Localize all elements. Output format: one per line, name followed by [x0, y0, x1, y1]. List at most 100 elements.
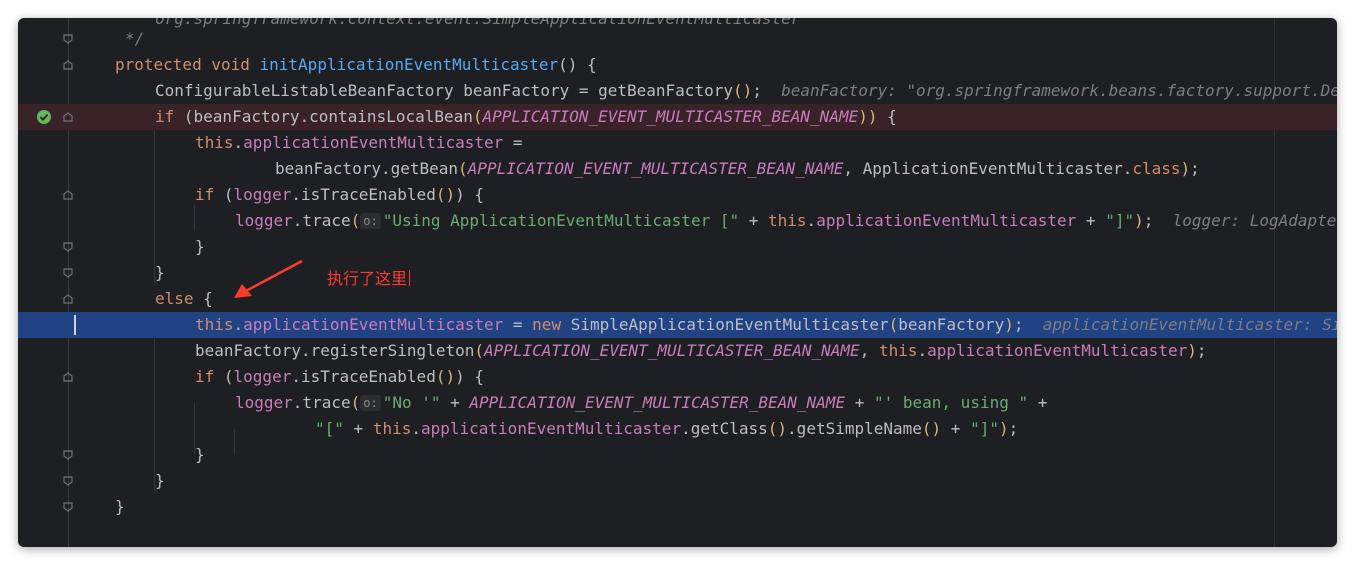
breakpoint-check-icon[interactable]: [37, 110, 51, 124]
string-literal: "No '": [382, 393, 441, 412]
constant: APPLICATION_EVENT_MULTICASTER_BEAN_NAME: [482, 107, 859, 126]
field: logger: [233, 185, 292, 204]
breakpoint-line: if (beanFactory.containsLocalBean(APPLIC…: [18, 104, 1337, 130]
code-line: "[" + this.applicationEventMulticaster.g…: [18, 416, 1337, 442]
code-line: }: [18, 442, 1337, 468]
code-line: this.applicationEventMulticaster =: [18, 130, 1337, 156]
code-line: logger.trace(o: "Using ApplicationEventMu…: [18, 208, 1337, 234]
code-text: }: [195, 445, 205, 464]
code-line: beanFactory.registerSingleton(APPLICATIO…: [18, 338, 1337, 364]
fold-icon[interactable]: [62, 293, 74, 305]
code-editor[interactable]: org.springframework.context.event.Simple…: [18, 18, 1337, 547]
code-text: ): [1134, 211, 1144, 230]
fold-icon[interactable]: [62, 189, 74, 201]
keyword: this: [878, 341, 918, 360]
keyword: this: [372, 419, 412, 438]
parameter-hint: o:: [360, 213, 381, 229]
field: logger: [235, 393, 293, 412]
code-text: .: [411, 419, 421, 438]
fold-icon[interactable]: [62, 371, 74, 383]
string-literal: "]": [970, 419, 999, 438]
code-text: ) {: [455, 367, 484, 386]
string-literal: "' bean, using ": [873, 393, 1029, 412]
keyword: protected: [115, 55, 202, 74]
code-text: (: [474, 341, 484, 360]
code-text: (: [350, 393, 361, 412]
code-line: }: [18, 234, 1337, 260]
code-text: ) {: [455, 185, 484, 204]
code-text: beanFactory: [898, 315, 1005, 334]
fold-icon[interactable]: [62, 33, 74, 45]
code-line: protected void initApplicationEventMulti…: [18, 52, 1337, 78]
code-text: beanFactory.registerSingleton: [195, 341, 475, 360]
code-text: (: [888, 315, 899, 334]
code-text: .trace: [292, 393, 351, 412]
parameter-hint: o:: [360, 395, 381, 411]
fold-icon[interactable]: [62, 267, 74, 279]
fold-icon[interactable]: [62, 241, 74, 253]
code-line: logger.trace(o: "No '" + APPLICATION_EVEN…: [18, 390, 1337, 416]
code-text: +: [343, 419, 373, 438]
code-line: if (logger.isTraceEnabled()) {: [18, 364, 1337, 390]
code-text: +: [1028, 393, 1048, 412]
keyword: new: [532, 315, 562, 334]
keyword: this: [195, 133, 234, 152]
code-text: .: [233, 315, 244, 334]
code-line: beanFactory.getBean(APPLICATION_EVENT_MU…: [18, 156, 1337, 182]
code-text: {: [877, 107, 897, 126]
code-text: (: [472, 107, 483, 126]
field: applicationEventMulticaster: [243, 315, 504, 334]
code-text: ): [1180, 159, 1191, 178]
code-text: )): [858, 107, 878, 126]
text-caret: [74, 315, 76, 335]
code-text: (): [435, 367, 456, 386]
code-text: .getSimpleName: [787, 419, 922, 438]
debug-value-hint: applicationEventMulticaster: SimpleAppli…: [1042, 315, 1337, 334]
debug-value-hint: beanFactory: "org.springframework.beans.…: [781, 81, 1337, 100]
debug-value-hint: logger: LogAdapter$Slf4jLocationAwareLog…: [1172, 211, 1337, 230]
fold-icon[interactable]: [62, 59, 74, 71]
field: applicationEventMulticaster: [243, 133, 504, 152]
code-text: ;: [1013, 315, 1024, 334]
code-text: (: [458, 159, 468, 178]
fold-icon[interactable]: [62, 501, 74, 513]
code-text: .isTraceEnabled: [291, 185, 436, 204]
keyword: if: [195, 367, 215, 386]
comment-end: */: [125, 29, 145, 48]
code-text: ): [1187, 341, 1197, 360]
field: logger: [235, 211, 293, 230]
code-text: +: [1076, 211, 1106, 230]
code-text: =: [503, 315, 533, 334]
constant: APPLICATION_EVENT_MULTICASTER_BEAN_NAME: [467, 159, 844, 178]
keyword: else: [155, 289, 194, 308]
code-text: ;: [752, 81, 762, 100]
code-text: (beanFactory.containsLocalBean: [174, 107, 473, 126]
keyword: if: [155, 107, 175, 126]
keyword: class: [1132, 159, 1181, 178]
method-name: initApplicationEventMulticaster: [259, 55, 559, 74]
string-literal: "Using ApplicationEventMulticaster [": [382, 211, 740, 230]
code-line: if (logger.isTraceEnabled()) {: [18, 182, 1337, 208]
code-text: }: [155, 263, 165, 282]
keyword: void: [211, 55, 250, 74]
code-text: (): [732, 81, 753, 100]
fold-icon[interactable]: [62, 475, 74, 487]
code-line: }: [18, 260, 1337, 286]
code-text: (: [350, 211, 361, 230]
code-text: (: [214, 185, 234, 204]
code-text: (): [435, 185, 456, 204]
code-text: beanFactory.getBean: [275, 159, 459, 178]
code-text: (): [921, 419, 942, 438]
code-text: {: [193, 289, 213, 308]
code-text: +: [739, 211, 769, 230]
code-text: +: [941, 419, 971, 438]
fold-icon[interactable]: [62, 111, 74, 123]
constant: APPLICATION_EVENT_MULTICASTER_BEAN_NAME: [484, 341, 860, 360]
fold-icon[interactable]: [62, 449, 74, 461]
code-text: .: [917, 341, 928, 360]
code-text: (): [767, 419, 788, 438]
code-text: .getClass: [681, 419, 768, 438]
annotation-label: 执行了这里: [327, 267, 411, 291]
code-text: ;: [1190, 159, 1200, 178]
field: applicationEventMulticaster: [927, 341, 1188, 360]
